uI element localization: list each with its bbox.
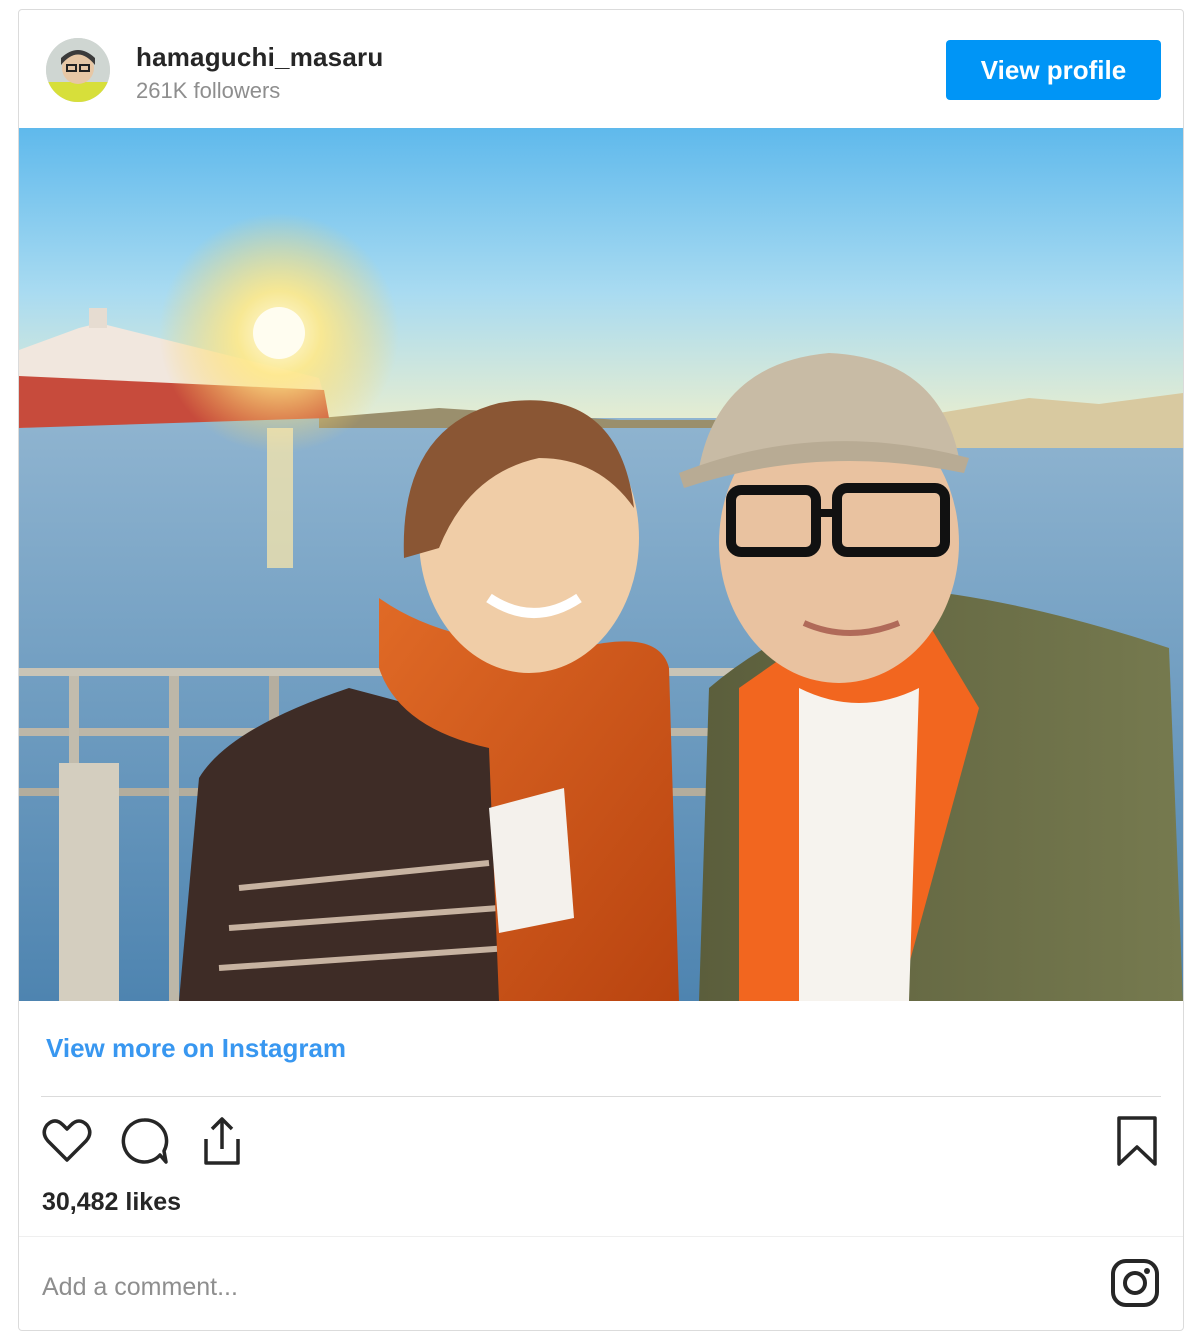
post-photo[interactable] [19, 128, 1183, 1001]
bookmark-icon[interactable] [1109, 1113, 1165, 1169]
comment-input[interactable] [42, 1265, 1042, 1309]
follower-count: 261K followers [136, 78, 281, 103]
view-more-link[interactable]: View more on Instagram [46, 1033, 346, 1064]
view-profile-button[interactable]: View profile [946, 40, 1161, 100]
avatar[interactable] [46, 38, 110, 102]
username[interactable]: hamaguchi_masaru [136, 42, 383, 73]
heart-icon[interactable] [39, 1113, 95, 1169]
share-icon[interactable] [194, 1113, 250, 1169]
divider [41, 1096, 1161, 1097]
comment-icon[interactable] [116, 1113, 172, 1169]
instagram-icon[interactable] [1109, 1257, 1161, 1309]
post-header: hamaguchi_masaru 261K followers View pro… [19, 10, 1183, 129]
instagram-embed-card: hamaguchi_masaru 261K followers View pro… [18, 9, 1184, 1331]
like-count[interactable]: 30,482 likes [42, 1188, 181, 1217]
divider [19, 1236, 1183, 1237]
